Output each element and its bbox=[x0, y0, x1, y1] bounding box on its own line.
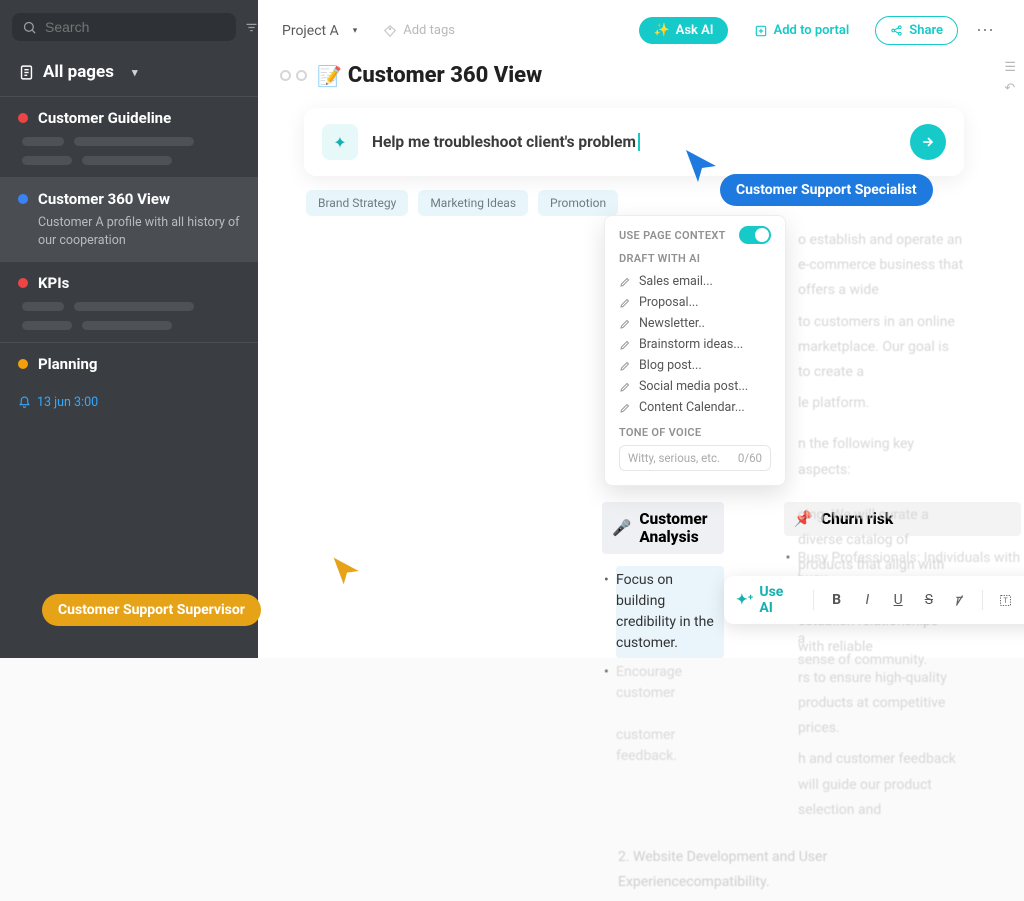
tag-icon bbox=[383, 24, 397, 38]
add-tags-button[interactable]: Add tags bbox=[383, 23, 455, 38]
skeleton-row bbox=[22, 137, 240, 146]
ai-submit-button[interactable] bbox=[910, 124, 946, 160]
inline-toolbar: ✦⁺ Use AI B I U S T bbox=[724, 576, 1024, 624]
pages-icon bbox=[18, 64, 35, 81]
sidebar-item-label: KPIs bbox=[38, 274, 69, 292]
role-badge-supervisor: Customer Support Supervisor bbox=[42, 594, 261, 626]
page-title: 📝 Customer 360 View bbox=[317, 63, 542, 88]
underline-button[interactable]: U bbox=[886, 587, 911, 613]
main-panel: Project A ▾ Add tags ✨ Ask AI Add to por… bbox=[258, 0, 1024, 658]
use-context-toggle[interactable] bbox=[739, 226, 771, 244]
chip[interactable]: Brand Strategy bbox=[306, 190, 408, 216]
status-dot bbox=[18, 359, 28, 369]
tone-counter: 0/60 bbox=[738, 451, 762, 465]
tone-header: TONE OF VOICE bbox=[619, 426, 771, 439]
add-to-portal-label: Add to portal bbox=[774, 23, 850, 38]
side-tools: ☰ ↶ bbox=[1004, 60, 1016, 96]
sidebar: + Page All pages ▾ Customer Guideline Cu… bbox=[0, 0, 258, 658]
chevron-down-icon: ▾ bbox=[132, 66, 138, 79]
draft-option[interactable]: Proposal... bbox=[619, 292, 771, 313]
status-dot bbox=[18, 278, 28, 288]
italic-button[interactable]: I bbox=[855, 587, 880, 613]
status-dot bbox=[18, 113, 28, 123]
page-emoji: 📝 bbox=[317, 64, 342, 88]
undo-icon[interactable]: ↶ bbox=[1004, 81, 1016, 96]
arrow-right-icon bbox=[920, 134, 936, 150]
role-badge-specialist: Customer Support Specialist bbox=[720, 174, 933, 206]
search-box[interactable] bbox=[12, 13, 236, 41]
sidebar-item-label: Customer 360 View bbox=[38, 190, 170, 208]
sparkle-icon: ✦⁺ bbox=[736, 592, 753, 608]
page-status-toggles[interactable] bbox=[280, 70, 307, 81]
ai-prompt-text[interactable]: Help me troubleshoot client's problem bbox=[372, 133, 896, 152]
share-button[interactable]: Share bbox=[875, 16, 958, 45]
use-context-label: USE PAGE CONTEXT bbox=[619, 229, 726, 242]
magic-wand-icon: ✦ bbox=[322, 124, 358, 160]
draft-option[interactable]: Sales email... bbox=[619, 271, 771, 292]
draft-option[interactable]: Blog post... bbox=[619, 355, 771, 376]
skeleton-row bbox=[22, 156, 240, 165]
draft-option[interactable]: Content Calendar... bbox=[619, 397, 771, 418]
add-to-portal-button[interactable]: Add to portal bbox=[740, 17, 864, 44]
more-menu-button[interactable]: ⋯ bbox=[970, 20, 1000, 41]
add-tags-label: Add tags bbox=[403, 23, 455, 38]
reminder-date[interactable]: 13 jun 3:00 bbox=[0, 385, 258, 424]
use-ai-label: Use AI bbox=[759, 584, 797, 616]
draft-option[interactable]: Newsletter.. bbox=[619, 313, 771, 334]
page-header: 📝 Customer 360 View bbox=[258, 49, 1024, 98]
skeleton-row bbox=[22, 321, 240, 330]
sidebar-top: + Page bbox=[0, 0, 258, 50]
bold-button[interactable]: B bbox=[824, 587, 849, 613]
project-selector[interactable]: Project A ▾ bbox=[282, 23, 357, 39]
use-ai-button[interactable]: ✦⁺ Use AI bbox=[736, 584, 797, 616]
reminder-date-label: 13 jun 3:00 bbox=[37, 395, 98, 410]
all-pages-label: All pages bbox=[43, 62, 114, 82]
search-icon bbox=[22, 20, 37, 35]
ask-ai-label: Ask AI bbox=[676, 23, 714, 38]
ai-prompt-box: ✦ Help me troubleshoot client's problem bbox=[304, 108, 964, 176]
sidebar-item-label: Customer Guideline bbox=[38, 109, 171, 127]
draft-option[interactable]: Brainstorm ideas... bbox=[619, 334, 771, 355]
ai-draft-dropdown: USE PAGE CONTEXT DRAFT WITH AI Sales ema… bbox=[604, 215, 786, 486]
chip[interactable]: Promotion bbox=[538, 190, 618, 216]
bell-icon bbox=[18, 396, 31, 409]
all-pages-header[interactable]: All pages ▾ bbox=[0, 50, 258, 96]
filter-icon bbox=[244, 20, 259, 35]
strikethrough-button[interactable]: S bbox=[916, 587, 941, 613]
svg-text:T: T bbox=[1003, 597, 1007, 605]
draft-with-header: DRAFT WITH AI bbox=[619, 252, 771, 265]
draft-option[interactable]: Social media post... bbox=[619, 376, 771, 397]
sidebar-item-customer-360[interactable]: Customer 360 View Customer A profile wit… bbox=[0, 177, 258, 261]
caret-down-icon: ▾ bbox=[353, 26, 358, 36]
topbar: Project A ▾ Add tags ✨ Ask AI Add to por… bbox=[258, 0, 1024, 49]
status-dot bbox=[18, 194, 28, 204]
list-icon[interactable]: ☰ bbox=[1004, 60, 1016, 75]
sidebar-item-subtitle: Customer A profile with all history of o… bbox=[38, 214, 240, 249]
search-input[interactable] bbox=[45, 19, 226, 35]
page-title-text: Customer 360 View bbox=[348, 63, 542, 88]
share-label: Share bbox=[909, 23, 943, 38]
share-icon bbox=[890, 24, 903, 37]
sidebar-item-label: Planning bbox=[38, 355, 97, 373]
sidebar-item-planning[interactable]: Planning bbox=[0, 342, 258, 385]
portal-icon bbox=[754, 24, 768, 38]
project-name: Project A bbox=[282, 23, 339, 39]
clear-format-button[interactable] bbox=[947, 587, 972, 613]
chip[interactable]: Marketing Ideas bbox=[418, 190, 528, 216]
tone-input[interactable]: Witty, serious, etc. 0/60 bbox=[619, 445, 771, 471]
sidebar-item-customer-guideline[interactable]: Customer Guideline bbox=[0, 96, 258, 177]
sparkle-icon: ✨ bbox=[653, 23, 669, 38]
filter-button[interactable] bbox=[244, 13, 259, 41]
textblock-button[interactable]: T bbox=[993, 587, 1018, 613]
cursor-arrow-icon bbox=[332, 556, 362, 586]
cursor-arrow-icon bbox=[684, 148, 720, 184]
ask-ai-button[interactable]: ✨ Ask AI bbox=[639, 17, 727, 44]
sidebar-item-kpis[interactable]: KPIs bbox=[0, 261, 258, 342]
tone-placeholder: Witty, serious, etc. bbox=[628, 451, 720, 465]
skeleton-row bbox=[22, 302, 240, 311]
